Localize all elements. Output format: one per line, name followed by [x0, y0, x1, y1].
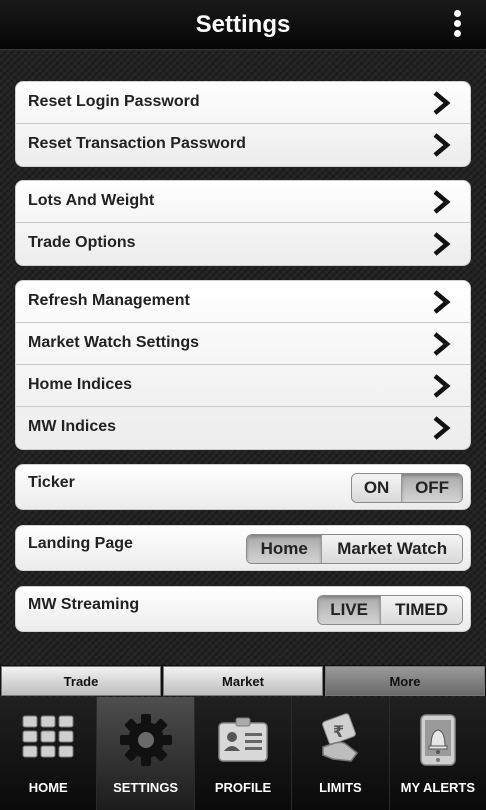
grid-icon	[22, 715, 74, 758]
setting-row-trade-options[interactable]: Trade Options	[16, 223, 470, 265]
ticker-setting: Ticker ON OFF	[15, 464, 471, 510]
chevron-right-icon	[433, 232, 451, 256]
setting-label: Lots And Weight	[28, 192, 155, 209]
nav-label: HOME	[28, 780, 68, 795]
bell-phone-icon	[420, 714, 456, 766]
chevron-right-icon	[433, 416, 451, 440]
sub-tab-bar: Trade Market More	[0, 665, 486, 696]
chevron-right-icon	[433, 190, 451, 214]
nav-item-limits[interactable]: ₹ LIMITS	[292, 697, 390, 810]
setting-row-reset-login-password[interactable]: Reset Login Password	[16, 82, 470, 124]
nav-label: MY ALERTS	[400, 780, 476, 795]
rupee-hand-icon: ₹	[322, 713, 359, 762]
mw-streaming-toggle: LIVE TIMED	[317, 595, 463, 625]
settings-group-display: Refresh Management Market Watch Settings…	[15, 280, 471, 450]
mw-streaming-label: MW Streaming	[28, 596, 140, 613]
ticker-on-option[interactable]: ON	[352, 474, 403, 502]
svg-text:₹: ₹	[333, 722, 344, 741]
tab-market[interactable]: Market	[163, 666, 323, 696]
setting-row-reset-transaction-password[interactable]: Reset Transaction Password	[16, 124, 470, 166]
streaming-live-option[interactable]: LIVE	[318, 596, 382, 624]
chevron-right-icon	[433, 290, 451, 314]
mw-streaming-setting: MW Streaming LIVE TIMED	[15, 586, 471, 632]
setting-row-home-indices[interactable]: Home Indices	[16, 365, 470, 407]
settings-group-password: Reset Login Password Reset Transaction P…	[15, 81, 471, 167]
landing-page-setting: Landing Page Home Market Watch	[15, 525, 471, 571]
chevron-right-icon	[433, 332, 451, 356]
chevron-right-icon	[433, 91, 451, 115]
ticker-label: Ticker	[28, 474, 75, 491]
nav-item-profile[interactable]: PROFILE	[194, 697, 293, 810]
nav-label: SETTINGS	[113, 780, 179, 795]
setting-row-refresh-management[interactable]: Refresh Management	[16, 281, 470, 323]
setting-label: Reset Transaction Password	[28, 135, 246, 152]
id-card-icon	[218, 717, 268, 762]
landing-page-label: Landing Page	[28, 535, 133, 552]
nav-label: PROFILE	[214, 780, 272, 795]
setting-label: Market Watch Settings	[28, 334, 199, 351]
setting-label: Refresh Management	[28, 292, 190, 309]
nav-label: LIMITS	[319, 780, 362, 795]
ticker-off-option[interactable]: OFF	[402, 474, 462, 502]
landing-page-toggle: Home Market Watch	[246, 534, 463, 564]
landing-home-option[interactable]: Home	[247, 535, 323, 563]
setting-row-mw-indices[interactable]: MW Indices	[16, 407, 470, 449]
setting-label: Home Indices	[28, 376, 133, 393]
tab-more[interactable]: More	[325, 666, 485, 696]
bottom-navigation: HOME SETTINGS PROFILE ₹ LIMITS MY ALERTS	[0, 697, 486, 810]
setting-label: Trade Options	[28, 234, 136, 251]
landing-market-watch-option[interactable]: Market Watch	[322, 535, 462, 563]
settings-group-trading: Lots And Weight Trade Options	[15, 180, 471, 266]
page-title: Settings	[195, 11, 291, 38]
nav-item-home[interactable]: HOME	[0, 697, 98, 810]
setting-label: MW Indices	[28, 418, 117, 435]
nav-item-my-alerts[interactable]: MY ALERTS	[389, 697, 486, 810]
ticker-toggle: ON OFF	[351, 473, 463, 503]
chevron-right-icon	[433, 133, 451, 157]
tab-trade[interactable]: Trade	[1, 666, 161, 696]
streaming-timed-option[interactable]: TIMED	[381, 596, 462, 624]
header-bar: Settings	[0, 0, 486, 50]
chevron-right-icon	[433, 374, 451, 398]
setting-row-market-watch-settings[interactable]: Market Watch Settings	[16, 323, 470, 365]
setting-label: Reset Login Password	[28, 93, 200, 110]
kebab-menu-icon[interactable]	[450, 10, 464, 42]
nav-item-settings[interactable]: SETTINGS	[97, 697, 195, 810]
gear-icon	[119, 714, 172, 766]
setting-row-lots-and-weight[interactable]: Lots And Weight	[16, 181, 470, 223]
